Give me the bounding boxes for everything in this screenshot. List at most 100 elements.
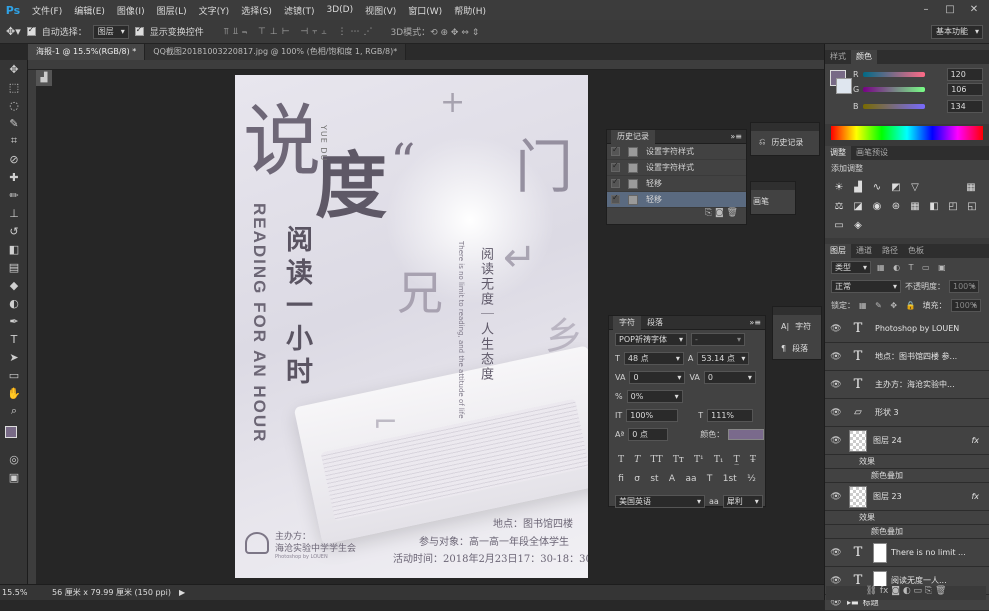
tab-layers[interactable]: 图层 <box>825 244 851 258</box>
layer-effects-row[interactable]: 效果 <box>825 455 989 469</box>
layer-row[interactable]: 👁 图层 23 fx <box>825 483 989 511</box>
color-spectrum[interactable] <box>831 126 983 140</box>
font-family-select[interactable]: POP祈祷字体 <box>615 333 687 346</box>
menu-edit[interactable]: 编辑(E) <box>68 4 111 17</box>
blend-mode-select[interactable]: 正常 <box>831 280 901 293</box>
eyedropper-tool-icon[interactable]: ⊘ <box>0 150 28 168</box>
mini-histogram-icon[interactable]: ▟ <box>36 70 52 86</box>
horizontal-scale-input[interactable]: 111% <box>707 409 754 422</box>
foreground-color[interactable] <box>5 426 17 438</box>
crop-tool-icon[interactable]: ⌗ <box>0 132 28 150</box>
zoom-tool-icon[interactable]: ⌕ <box>0 402 28 420</box>
document-size[interactable]: 56 厘米 x 79.99 厘米 (150 ppi) <box>52 587 171 598</box>
tab-character[interactable]: 字符 <box>613 315 641 330</box>
red-value[interactable]: 120 <box>946 68 983 81</box>
tab-brush-presets[interactable]: 画笔预设 <box>851 146 893 160</box>
layer-row[interactable]: 👁 T There is no limit ... <box>825 539 989 567</box>
color-overlay-row[interactable]: 颜色叠加 <box>825 469 989 483</box>
gradient-tool-icon[interactable]: ▤ <box>0 258 28 276</box>
poster-document[interactable]: 门 ↵ 乡 + ⌐ 说 度 “ YUE DU READING FOR AN HO… <box>235 75 588 578</box>
kerning-select[interactable]: 0 <box>629 371 686 384</box>
stamp-tool-icon[interactable]: ⊥ <box>0 204 28 222</box>
history-item[interactable]: 设置字符样式 <box>607 160 746 176</box>
history-brush-tool-icon[interactable]: ↺ <box>0 222 28 240</box>
menu-3d[interactable]: 3D(D) <box>320 5 359 15</box>
tab-paragraph[interactable]: 段落 <box>641 317 669 328</box>
eraser-tool-icon[interactable]: ◧ <box>0 240 28 258</box>
tab-adjustments[interactable]: 调整 <box>825 146 851 160</box>
layer-row[interactable]: 👁 T 地点：图书馆四楼 参... <box>825 343 989 371</box>
pen-tool-icon[interactable]: ✒ <box>0 312 28 330</box>
tab-color[interactable]: 颜色 <box>851 50 877 64</box>
zoom-level[interactable]: 15.5% <box>0 588 40 597</box>
lasso-tool-icon[interactable]: ◌ <box>0 96 28 114</box>
dodge-tool-icon[interactable]: ◐ <box>0 294 28 312</box>
minimize-icon[interactable]: – <box>916 2 936 17</box>
menu-window[interactable]: 窗口(W) <box>402 4 448 17</box>
mini-character-button[interactable]: A| 字符 <box>773 315 821 337</box>
3d-mode-icons[interactable]: 3D模式：⟲ ⊕ ✥ ⇔ ⇕ <box>390 25 479 38</box>
tsume-select[interactable]: 0% <box>626 390 683 403</box>
opentype-buttons[interactable]: fi σ st Aaa T 1st ½ <box>609 469 765 488</box>
antialias-select[interactable]: 犀利 <box>722 495 763 508</box>
language-select[interactable]: 美国英语 <box>615 495 705 508</box>
leading-select[interactable]: 53.14 点 <box>697 352 750 365</box>
layer-filter-icons[interactable]: ▦ ◐ T ▭ ▣ <box>877 263 949 272</box>
tracking-select[interactable]: 0 <box>703 371 756 384</box>
status-menu-icon[interactable]: ▶ <box>179 588 185 597</box>
color-swatches[interactable] <box>0 420 27 450</box>
tab-styles[interactable]: 样式 <box>825 50 851 64</box>
text-style-buttons[interactable]: T T TT Tт T¹ T₁ T̲ T̶ <box>609 450 765 469</box>
healing-tool-icon[interactable]: ✚ <box>0 168 28 186</box>
brush-tool-icon[interactable]: ✏ <box>0 186 28 204</box>
auto-select-dropdown[interactable]: 图层 <box>92 24 129 39</box>
auto-select-checkbox[interactable] <box>26 25 36 36</box>
tab-channels[interactable]: 通道 <box>851 244 877 258</box>
menu-type[interactable]: 文字(Y) <box>193 4 236 17</box>
history-panel-title[interactable]: 历史记录 <box>611 129 655 144</box>
layer-row[interactable]: 👁 图层 24 fx <box>825 427 989 455</box>
history-item[interactable]: 轻移 <box>607 176 746 192</box>
menu-help[interactable]: 帮助(H) <box>448 4 492 17</box>
text-color-swatch[interactable] <box>728 429 765 440</box>
menu-layer[interactable]: 图层(L) <box>151 4 193 17</box>
layer-filter-select[interactable]: 类型 <box>831 261 871 274</box>
blur-tool-icon[interactable]: ◆ <box>0 276 28 294</box>
mini-history-button[interactable]: ⎌ 历史记录 <box>751 131 819 153</box>
menu-select[interactable]: 选择(S) <box>235 4 278 17</box>
align-icons[interactable]: ⫪⫫⫬ ⊤⊥⊢ ⊣⫟⫠ ⋮⋯⋰ <box>224 27 377 37</box>
marquee-tool-icon[interactable]: ⬚ <box>0 78 28 96</box>
vertical-scale-input[interactable]: 100% <box>626 409 679 422</box>
color-overlay-row[interactable]: 颜色叠加 <box>825 525 989 539</box>
font-style-select[interactable]: - <box>691 333 745 346</box>
close-icon[interactable]: ✕ <box>964 2 984 17</box>
tab-paths[interactable]: 路径 <box>877 244 903 258</box>
menu-file[interactable]: 文件(F) <box>26 4 68 17</box>
screen-mode-icon[interactable]: ▣ <box>0 468 28 486</box>
path-select-tool-icon[interactable]: ➤ <box>0 348 28 366</box>
move-tool-preset-icon[interactable]: ✥▾ <box>6 25 21 38</box>
quick-select-tool-icon[interactable]: ✎ <box>0 114 28 132</box>
layers-footer-icons[interactable]: ⛓ fx ◙ ◐ ▭ ⎘ 🗑 <box>826 586 986 600</box>
opacity-input[interactable]: 100% <box>949 280 979 293</box>
quick-mask-icon[interactable]: ◎ <box>0 450 28 468</box>
adjustment-icons[interactable]: ☀ ▟ ∿ ◩ ▽ ▦ ⚖ ◪ ◉ ⊛ ▦ ◧ ◰ ◱ ▭ ◈ <box>825 177 989 237</box>
font-size-select[interactable]: 48 点 <box>623 352 684 365</box>
layer-row[interactable]: 👁 T 主办方：海沧实验中... <box>825 371 989 399</box>
tab-qq-screenshot[interactable]: QQ截图20181003220817.jpg @ 100% (色相/饱和度 1,… <box>145 44 407 60</box>
layer-effects-row[interactable]: 效果 <box>825 511 989 525</box>
baseline-input[interactable]: 0 点 <box>628 428 669 441</box>
tab-swatches[interactable]: 色板 <box>903 244 929 258</box>
layer-row[interactable]: 👁 T Photoshop by LOUEN <box>825 315 989 343</box>
type-tool-icon[interactable]: T <box>0 330 28 348</box>
lock-icons[interactable]: ▦ ✎ ✥ 🔒 <box>859 301 919 310</box>
shape-tool-icon[interactable]: ▭ <box>0 366 28 384</box>
history-footer-icons[interactable]: ⎘ ◙ 🗑 <box>607 208 746 222</box>
history-item[interactable]: 设置字符样式 <box>607 144 746 160</box>
mini-brush-button[interactable]: 画笔 <box>751 190 795 212</box>
menu-view[interactable]: 视图(V) <box>359 4 402 17</box>
menu-image[interactable]: 图像(I) <box>111 4 151 17</box>
layer-row[interactable]: 👁 ▱ 形状 3 <box>825 399 989 427</box>
green-value[interactable]: 106 <box>947 83 984 96</box>
workspace-dropdown[interactable]: 基本功能 <box>931 24 983 39</box>
